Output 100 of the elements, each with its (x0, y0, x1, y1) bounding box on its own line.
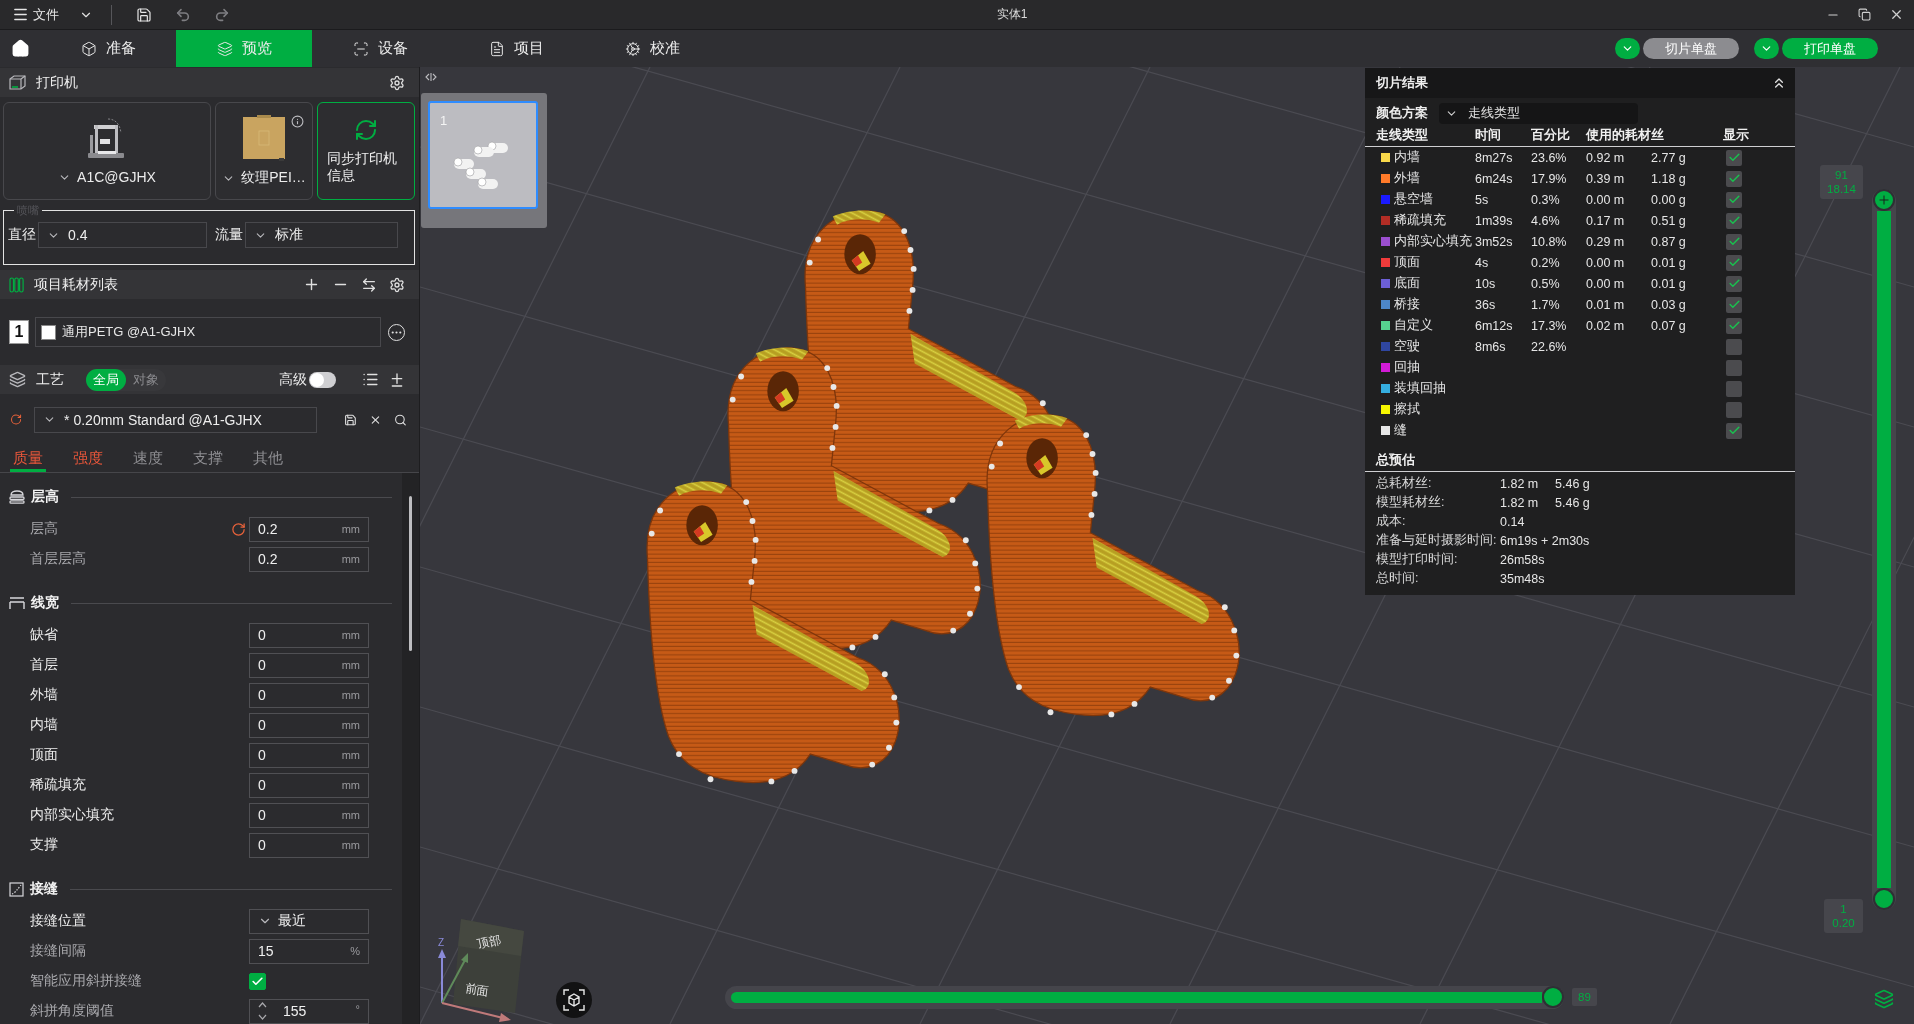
slider-thumb[interactable] (1542, 986, 1564, 1008)
table-cell-text: 0.29 m (1586, 234, 1626, 249)
main-tab[interactable]: 校准 (584, 30, 720, 67)
table-cell: 顶面 (1394, 254, 1420, 271)
number-field[interactable]: 15 % (249, 938, 369, 964)
number-field[interactable]: 0 mm (249, 652, 369, 678)
visibility-checkbox[interactable] (1726, 296, 1742, 313)
table-cell-text: 0.00 m (1586, 192, 1626, 207)
slider-thumb[interactable] (1873, 888, 1895, 910)
field-label: 直径 (8, 226, 36, 244)
settings-tab[interactable]: 支撑 (190, 447, 226, 472)
advanced-toggle[interactable] (309, 371, 336, 388)
dropdown[interactable]: 标准 (245, 222, 398, 248)
swap-icon[interactable] (361, 276, 377, 293)
info-icon[interactable] (291, 115, 304, 128)
summary-label: 准备与延时摄影时间: (1376, 532, 1498, 549)
visibility-checkbox[interactable] (1726, 359, 1742, 376)
settings-tab[interactable]: 速度 (130, 447, 166, 472)
number-field[interactable]: 0 mm (249, 742, 369, 768)
visibility-checkbox[interactable] (1726, 149, 1742, 166)
plus-icon (1877, 193, 1891, 207)
visibility-checkbox[interactable] (1726, 422, 1742, 439)
table-cell: 自定义 (1394, 317, 1433, 334)
summary-value: 5.46 g (1555, 495, 1590, 510)
visibility-checkbox[interactable] (1726, 254, 1742, 271)
reset-icon[interactable] (231, 521, 246, 537)
spin-arrows-icon[interactable] (258, 1001, 267, 1021)
settings-tab[interactable]: 质量 (10, 447, 46, 472)
printer-selector[interactable]: A1C@GJHX (3, 102, 211, 200)
visibility-checkbox[interactable] (1726, 275, 1742, 292)
visibility-checkbox[interactable] (1726, 380, 1742, 397)
visibility-checkbox[interactable] (1726, 401, 1742, 418)
layer-height: 0.20 (1832, 916, 1855, 930)
visibility-checkbox[interactable] (1726, 212, 1742, 229)
dropdown-button[interactable] (1754, 38, 1779, 59)
preset-dropdown[interactable]: * 0.20mm Standard @A1-GJHX (34, 406, 318, 433)
scrollbar-thumb[interactable] (409, 496, 412, 651)
number-field[interactable]: 0 mm (249, 622, 369, 648)
table-cell: 装填回抽 (1394, 380, 1446, 397)
scheme-dropdown[interactable]: 走线类型 (1439, 103, 1638, 124)
fit-view-button[interactable] (556, 982, 592, 1018)
plate-selector[interactable]: 纹理PEI… (215, 102, 313, 200)
dropdown[interactable]: 最近 (249, 908, 369, 934)
home-icon[interactable] (10, 39, 30, 58)
table-cell-text: 0.92 m (1586, 150, 1626, 165)
slider-thumb[interactable] (1873, 189, 1895, 211)
scan-icon (352, 40, 369, 57)
plus-icon[interactable] (303, 276, 320, 293)
move-slider-track[interactable] (725, 986, 1564, 1009)
main-tab[interactable]: 准备 (40, 30, 176, 67)
dropdown[interactable]: 0.4 (38, 222, 207, 248)
restore-icon[interactable] (1858, 8, 1871, 21)
visibility-checkbox[interactable] (1726, 233, 1742, 250)
visibility-checkbox[interactable] (1726, 317, 1742, 334)
visibility-checkbox[interactable] (1726, 170, 1742, 187)
save-icon[interactable] (136, 6, 152, 23)
filament-selector[interactable]: 通用PETG @A1-GJHX (35, 317, 381, 347)
table-cell-text: 4.6% (1531, 213, 1561, 228)
layer-slider-track[interactable] (1872, 189, 1896, 910)
summary-value: 1.82 m (1500, 476, 1539, 491)
table-cell-text: 6m12s (1475, 318, 1514, 333)
visibility-checkbox[interactable] (1726, 338, 1742, 355)
layer-number: 1 (1840, 902, 1847, 916)
number-field[interactable]: 0.2 mm (249, 546, 369, 572)
settings-tab[interactable]: 强度 (70, 447, 106, 472)
chevrons-left-right-icon[interactable] (425, 72, 437, 82)
number-field[interactable]: 0 mm (249, 832, 369, 858)
section-title: 打印机 (36, 73, 78, 92)
view-cube[interactable] (453, 919, 524, 1013)
table-cell: 内部实心填充 (1394, 233, 1472, 250)
menu-icon[interactable] (12, 6, 29, 23)
checkbox[interactable] (249, 972, 266, 990)
table-cell-text: 10.8% (1531, 234, 1568, 249)
main-tab[interactable]: 项目 (448, 30, 584, 67)
dotted-square-icon (9, 881, 24, 897)
number-field[interactable]: 0 mm (249, 802, 369, 828)
settings-icon[interactable] (389, 74, 405, 91)
table-cell-text: 3m52s (1475, 234, 1514, 249)
dropdown-button[interactable] (1615, 38, 1640, 59)
visibility-checkbox[interactable] (1726, 191, 1742, 208)
settings-tab[interactable]: 其他 (250, 447, 286, 472)
setting-label: 首层 (30, 656, 58, 674)
menu-label[interactable]: 文件 (33, 5, 59, 24)
window-title: 实体1 (996, 6, 1028, 23)
settings-icon[interactable] (389, 276, 405, 293)
sync-button[interactable]: 同步打印机信息 (317, 102, 415, 200)
number-field[interactable]: 0 mm (249, 682, 369, 708)
unit-label: mm (341, 523, 360, 535)
number-field[interactable]: 0 mm (249, 712, 369, 738)
main-tab[interactable]: 设备 (312, 30, 448, 67)
number-field[interactable]: 155 ° (249, 998, 369, 1024)
reset-icon[interactable] (10, 412, 23, 427)
number-field[interactable]: 0.2 mm (249, 516, 369, 542)
number-field[interactable]: 0 mm (249, 772, 369, 798)
plus-minus-icon[interactable] (389, 371, 405, 388)
layers-icon[interactable] (1874, 989, 1894, 1009)
close-icon[interactable] (1889, 7, 1904, 22)
list-icon[interactable] (362, 371, 379, 388)
setting-label: 支撑 (30, 836, 58, 854)
table-cell-text: 0.01 g (1651, 255, 1687, 270)
